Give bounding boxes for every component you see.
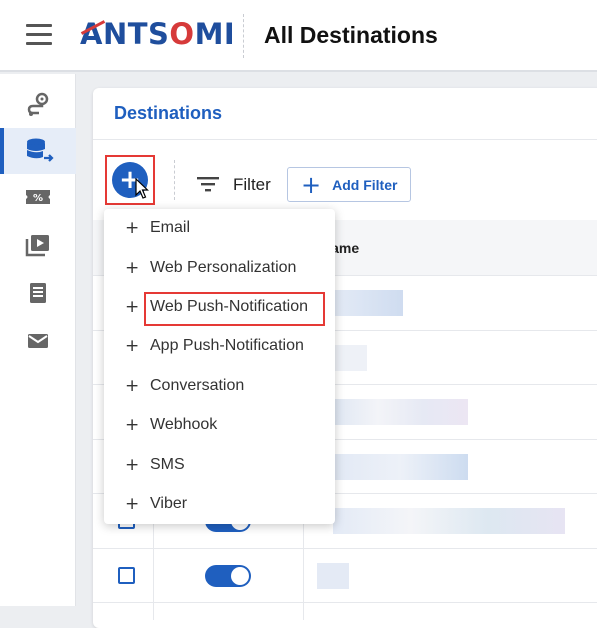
menu-item-label: Web Push-Notification xyxy=(150,298,308,315)
route-pin-icon xyxy=(27,92,49,116)
sidebar-item-journey[interactable] xyxy=(0,82,76,128)
menu-item-label: Conversation xyxy=(150,377,245,394)
sidebar-item-reports[interactable] xyxy=(0,270,76,316)
header-divider xyxy=(243,14,244,58)
plus-icon: + xyxy=(125,376,140,396)
add-filter-label: Add Filter xyxy=(332,176,398,193)
plus-icon: + xyxy=(125,297,140,317)
filter-icon[interactable] xyxy=(196,176,220,192)
envelope-icon xyxy=(28,334,48,348)
top-bar: A NTSOMI All Destinations xyxy=(0,0,597,72)
menu-item-label: Viber xyxy=(150,495,188,512)
mouse-cursor-icon xyxy=(135,178,149,199)
plus-icon: + xyxy=(301,170,322,199)
database-arrow-icon xyxy=(27,138,54,162)
svg-text:%: % xyxy=(33,193,43,204)
menu-item-webhook[interactable]: + Webhook xyxy=(104,407,335,443)
menu-item-viber[interactable]: + Viber xyxy=(104,486,335,522)
sidebar: % xyxy=(0,74,76,606)
panel-title: Destinations xyxy=(114,103,223,123)
plus-icon: + xyxy=(125,336,140,356)
menu-item-label: App Push-Notification xyxy=(150,337,304,354)
sidebar-item-destinations[interactable] xyxy=(0,128,76,174)
menu-item-label: SMS xyxy=(150,456,185,473)
row-status-toggle[interactable] xyxy=(205,564,251,587)
row-checkbox[interactable] xyxy=(118,566,135,584)
document-icon xyxy=(30,283,46,303)
menu-item-label: Email xyxy=(150,219,191,236)
toolbar: + Filter + Add Filter xyxy=(93,140,597,220)
media-play-icon xyxy=(25,235,49,257)
menu-item-web-push-notification[interactable]: + Web Push-Notification xyxy=(104,289,335,325)
menu-item-label: Web Personalization xyxy=(150,259,297,276)
plus-icon: + xyxy=(125,218,140,238)
percent-ticket-icon: % xyxy=(26,190,50,204)
menu-hamburger-icon[interactable] xyxy=(26,24,52,46)
menu-item-conversation[interactable]: + Conversation xyxy=(104,368,335,404)
antsomi-logo: A NTSOMI xyxy=(80,17,236,51)
sidebar-item-media[interactable] xyxy=(0,222,76,268)
table-row[interactable] xyxy=(93,549,597,603)
sidebar-item-promotions[interactable]: % xyxy=(0,174,76,220)
menu-item-label: Webhook xyxy=(150,416,218,433)
plus-icon: + xyxy=(125,455,140,475)
menu-item-email[interactable]: + Email xyxy=(104,210,335,246)
sidebar-item-email[interactable] xyxy=(0,318,76,364)
panel-header: Destinations xyxy=(93,88,597,140)
plus-icon: + xyxy=(125,415,140,435)
add-destination-menu: + Email + Web Personalization + Web Push… xyxy=(104,209,335,524)
page-title: All Destinations xyxy=(264,22,438,48)
menu-item-sms[interactable]: + SMS xyxy=(104,447,335,483)
menu-item-web-personalization[interactable]: + Web Personalization xyxy=(104,250,335,286)
menu-item-app-push-notification[interactable]: + App Push-Notification xyxy=(104,328,335,364)
toolbar-divider xyxy=(174,160,175,200)
plus-icon: + xyxy=(125,258,140,278)
add-filter-button[interactable]: + Add Filter xyxy=(287,167,411,202)
plus-icon: + xyxy=(125,494,140,514)
filter-label[interactable]: Filter xyxy=(233,175,271,195)
